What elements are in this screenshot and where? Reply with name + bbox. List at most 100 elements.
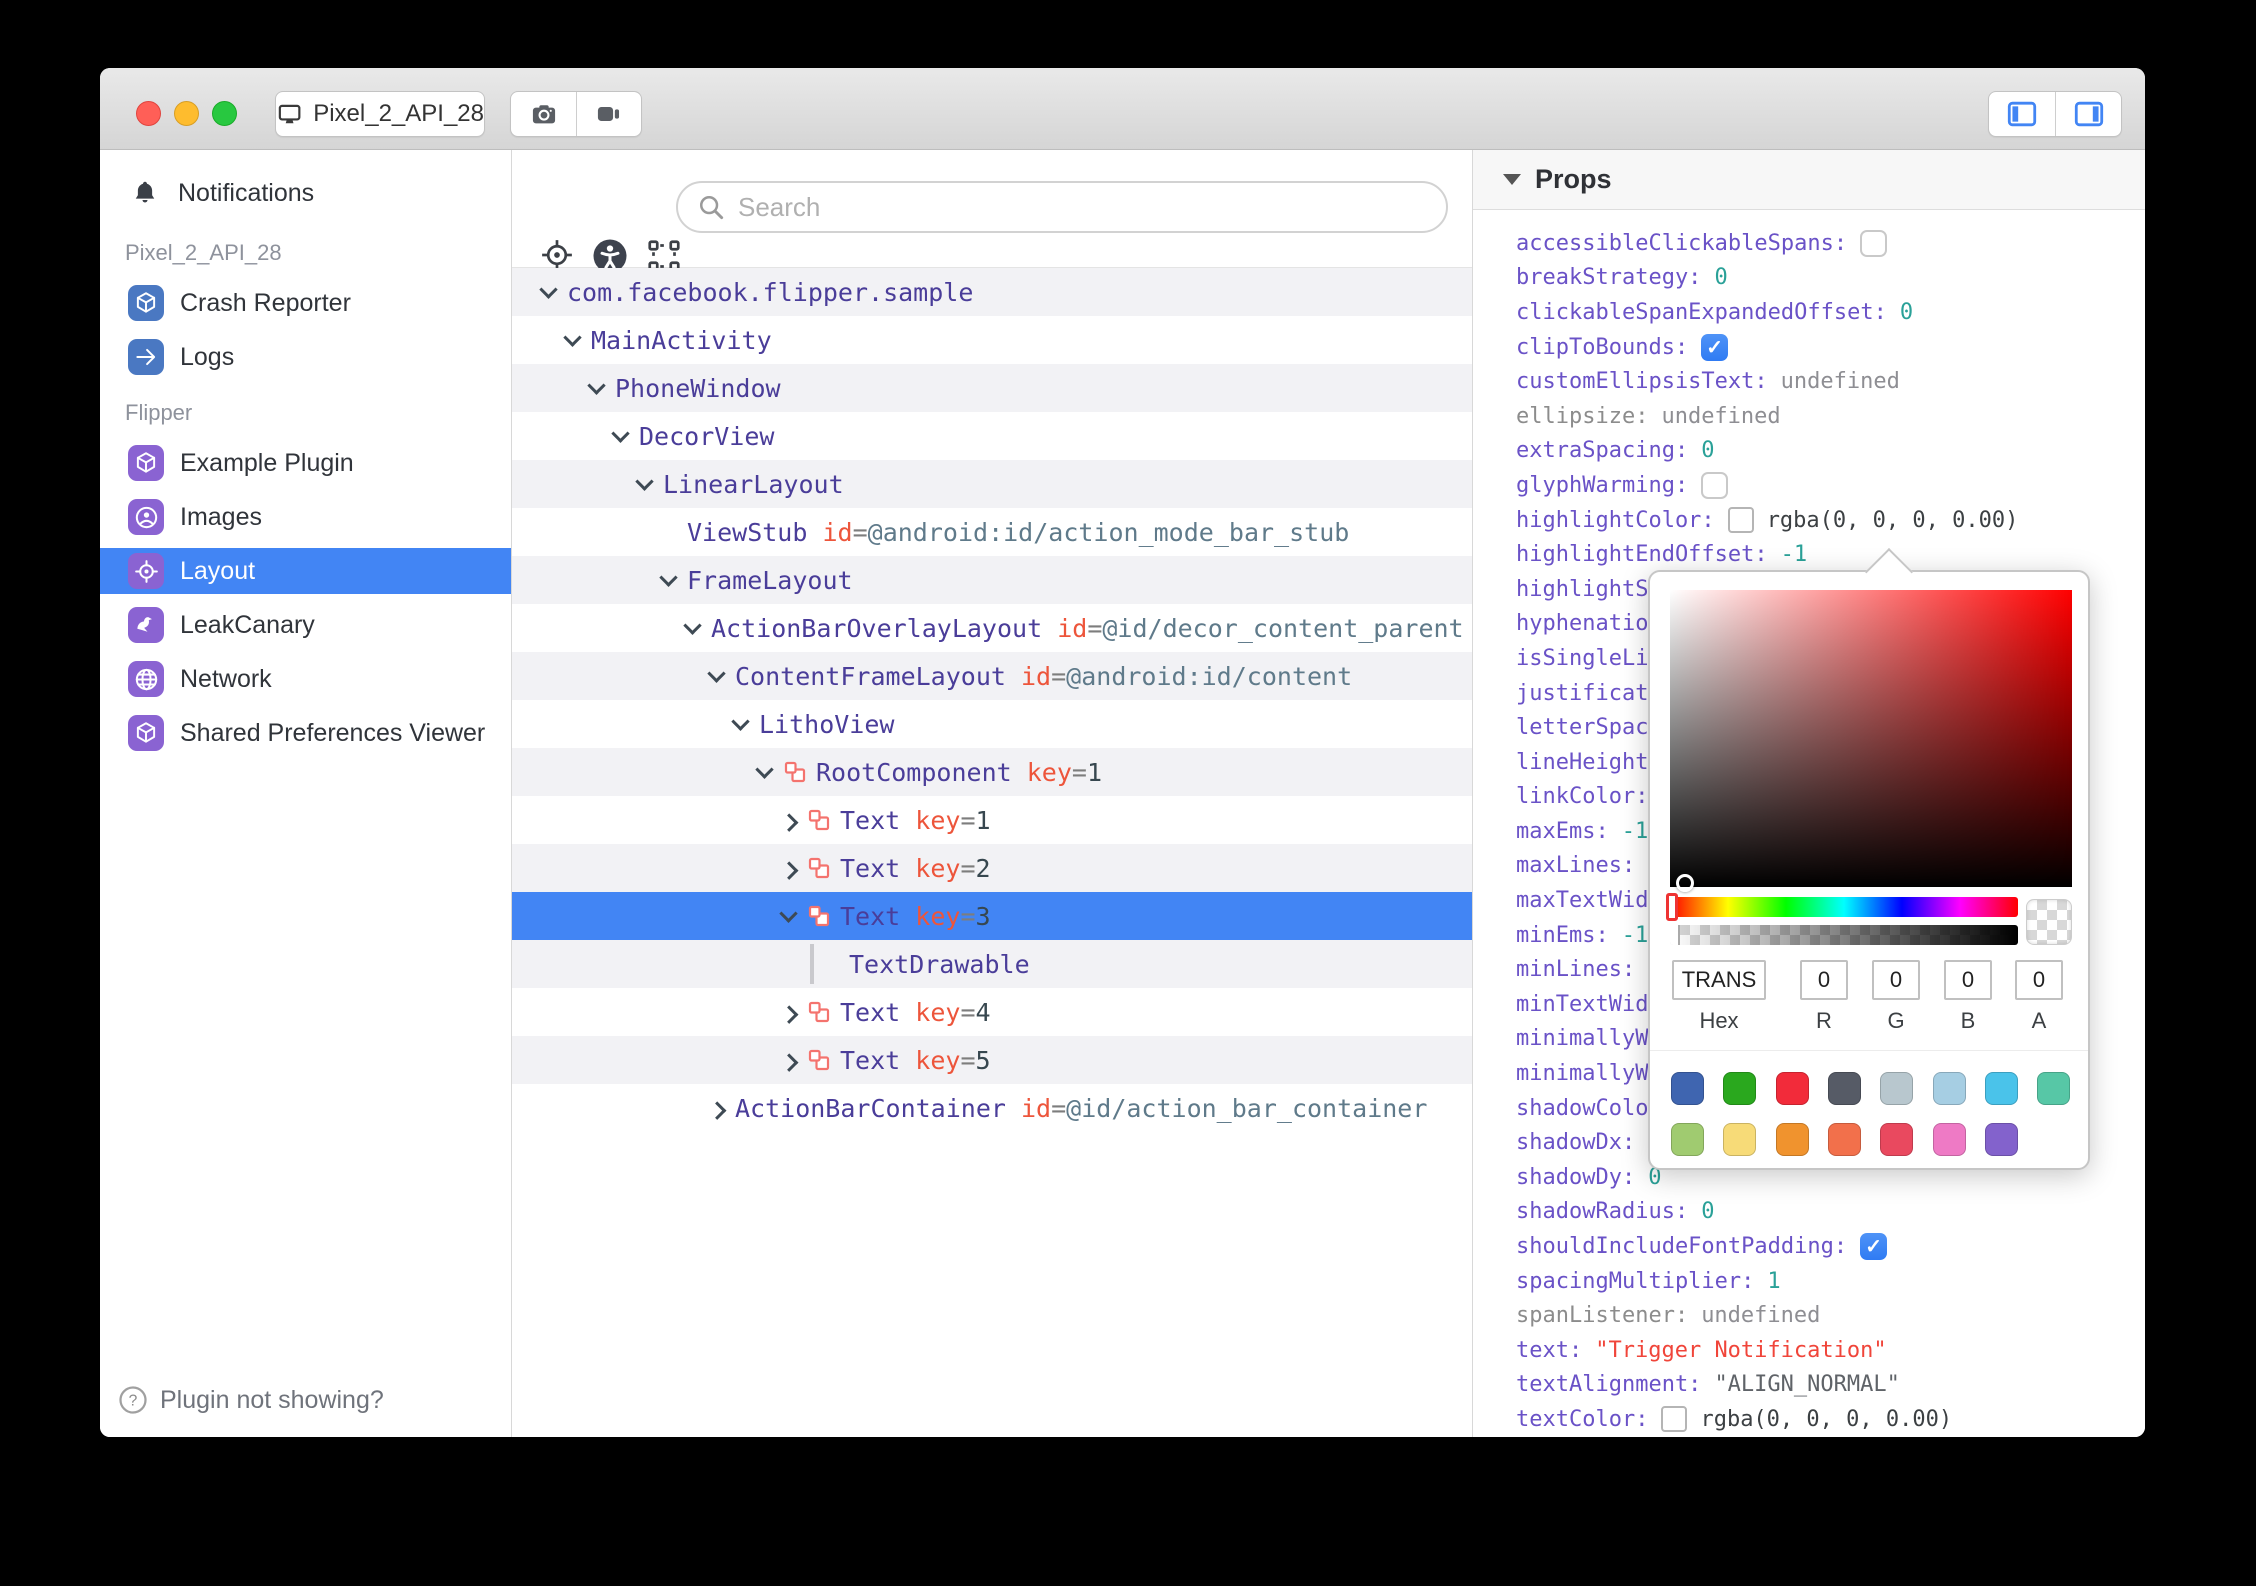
toggle-right-panel-button[interactable] bbox=[2055, 92, 2121, 136]
target-mode-button[interactable] bbox=[540, 238, 574, 272]
chevron-down-icon[interactable] bbox=[753, 759, 775, 779]
plugin-help-link[interactable]: ? Plugin not showing? bbox=[100, 1377, 511, 1423]
prop-row[interactable]: textAlignment: "ALIGN_NORMAL" bbox=[1473, 1368, 2145, 1403]
chevron-down-icon[interactable] bbox=[705, 663, 727, 683]
tree-row-text[interactable]: Text key=1 bbox=[512, 796, 1472, 844]
hue-handle[interactable] bbox=[1666, 893, 1678, 921]
chevron-down-icon[interactable] bbox=[729, 711, 751, 731]
preset-color-swatch[interactable] bbox=[1723, 1072, 1757, 1105]
preset-color-swatch[interactable] bbox=[1671, 1072, 1704, 1105]
red-input[interactable] bbox=[1800, 960, 1848, 1000]
prop-row[interactable]: spanListener: undefined bbox=[1473, 1298, 2145, 1333]
sidebar-item-leakcanary[interactable]: LeakCanary bbox=[100, 602, 511, 648]
tree-row-text[interactable]: Text key=3 bbox=[512, 892, 1472, 940]
chevron-right-icon[interactable] bbox=[777, 860, 799, 880]
prop-checkbox[interactable]: ✓ bbox=[1701, 333, 1729, 361]
tree-row-rootcomponent[interactable]: RootComponent key=1 bbox=[512, 748, 1472, 796]
tree-row-textdrawable[interactable]: TextDrawable bbox=[512, 940, 1472, 988]
preset-color-swatch[interactable] bbox=[1827, 1072, 1861, 1105]
prop-row[interactable]: text: "Trigger Notification" bbox=[1473, 1333, 2145, 1368]
chevron-down-icon[interactable] bbox=[657, 567, 679, 587]
prop-row[interactable]: extraSpacing: 0 bbox=[1473, 434, 2145, 469]
sidebar-item-layout[interactable]: Layout bbox=[100, 548, 511, 594]
sidebar-item-shared-preferences[interactable]: Shared Preferences Viewer bbox=[100, 710, 511, 756]
alpha-slider[interactable] bbox=[1670, 925, 2018, 945]
chevron-right-icon[interactable] bbox=[777, 1052, 799, 1072]
hue-slider[interactable] bbox=[1666, 893, 2018, 921]
prop-row[interactable]: clipToBounds: ✓ bbox=[1473, 330, 2145, 365]
prop-checkbox[interactable]: ✓ bbox=[1860, 1233, 1888, 1261]
toggle-left-panel-button[interactable] bbox=[1989, 92, 2055, 136]
prop-row[interactable]: highlightEndOffset: -1 bbox=[1473, 537, 2145, 572]
prop-row[interactable]: ellipsize: undefined bbox=[1473, 399, 2145, 434]
chevron-right-icon[interactable] bbox=[705, 1100, 727, 1120]
sidebar-item-network[interactable]: Network bbox=[100, 656, 511, 702]
chevron-down-icon[interactable] bbox=[609, 423, 631, 443]
chevron-down-icon[interactable] bbox=[585, 375, 607, 395]
search-input[interactable] bbox=[736, 190, 1336, 224]
prop-row[interactable]: glyphWarming: bbox=[1473, 468, 2145, 503]
device-selector-button[interactable]: Pixel_2_API_28 bbox=[275, 91, 485, 137]
tree-row-mainactivity[interactable]: MainActivity bbox=[512, 316, 1472, 364]
tree-row-text[interactable]: Text key=5 bbox=[512, 1036, 1472, 1084]
saturation-value-field[interactable] bbox=[1670, 590, 2072, 892]
preset-color-swatch[interactable] bbox=[1671, 1123, 1704, 1156]
prop-row[interactable]: highlightColor: rgba(0, 0, 0, 0.00) bbox=[1473, 503, 2145, 538]
hex-input[interactable] bbox=[1672, 960, 1766, 1000]
tree-row-decorview[interactable]: DecorView bbox=[512, 412, 1472, 460]
props-header[interactable]: Props bbox=[1473, 150, 2145, 210]
tree-row-actionbarcontainer[interactable]: ActionBarContainer id=@id/action_bar_con… bbox=[512, 1084, 1472, 1132]
prop-row[interactable]: customEllipsisText: undefined bbox=[1473, 364, 2145, 399]
chevron-down-icon[interactable] bbox=[633, 471, 655, 491]
tree-row-lithoview[interactable]: LithoView bbox=[512, 700, 1472, 748]
chevron-down-icon[interactable] bbox=[561, 327, 583, 347]
minimize-window-button[interactable] bbox=[174, 101, 199, 126]
prop-row[interactable]: spacingMultiplier: 1 bbox=[1473, 1264, 2145, 1299]
prop-row[interactable]: clickableSpanExpandedOffset: 0 bbox=[1473, 295, 2145, 330]
sidebar-item-example-plugin[interactable]: Example Plugin bbox=[100, 440, 511, 486]
preset-color-swatch[interactable] bbox=[1880, 1123, 1914, 1156]
tree-row-actionbaroverlaylayout[interactable]: ActionBarOverlayLayout id=@id/decor_cont… bbox=[512, 604, 1472, 652]
sidebar-item-images[interactable]: Images bbox=[100, 494, 511, 540]
tree-row-text[interactable]: Text key=4 bbox=[512, 988, 1472, 1036]
prop-row[interactable]: breakStrategy: 0 bbox=[1473, 261, 2145, 296]
tree-row-framelayout[interactable]: FrameLayout bbox=[512, 556, 1472, 604]
preset-color-swatch[interactable] bbox=[1984, 1072, 2018, 1105]
prop-color-swatch[interactable] bbox=[1727, 507, 1754, 534]
prop-row[interactable]: accessibleClickableSpans: bbox=[1473, 226, 2145, 261]
chevron-right-icon[interactable] bbox=[777, 1004, 799, 1024]
tree-row-linearlayout[interactable]: LinearLayout bbox=[512, 460, 1472, 508]
preset-color-swatch[interactable] bbox=[1984, 1123, 2018, 1156]
prop-row[interactable]: shouldIncludeFontPadding: ✓ bbox=[1473, 1229, 2145, 1264]
preset-color-swatch[interactable] bbox=[1827, 1123, 1861, 1156]
chevron-down-icon[interactable] bbox=[681, 615, 703, 635]
close-window-button[interactable] bbox=[136, 101, 161, 126]
tree-row-com.facebook.flipper.sample[interactable]: com.facebook.flipper.sample bbox=[512, 268, 1472, 316]
saturation-cursor[interactable] bbox=[1676, 874, 1694, 892]
preset-color-swatch[interactable] bbox=[1880, 1072, 1914, 1105]
preset-color-swatch[interactable] bbox=[1932, 1072, 1966, 1105]
alpha-input[interactable] bbox=[2015, 960, 2063, 1000]
preset-color-swatch[interactable] bbox=[1775, 1123, 1809, 1156]
tree-row-contentframelayout[interactable]: ContentFrameLayout id=@android:id/conten… bbox=[512, 652, 1472, 700]
green-input[interactable] bbox=[1872, 960, 1920, 1000]
preset-color-swatch[interactable] bbox=[2037, 1072, 2071, 1105]
chevron-down-icon[interactable] bbox=[537, 279, 559, 299]
sidebar-item-notifications[interactable]: Notifications bbox=[100, 170, 511, 216]
chevron-down-icon[interactable] bbox=[777, 903, 799, 923]
blue-input[interactable] bbox=[1944, 960, 1992, 1000]
tree-row-viewstub[interactable]: ViewStub id=@android:id/action_mode_bar_… bbox=[512, 508, 1472, 556]
sidebar-item-crash-reporter[interactable]: Crash Reporter bbox=[100, 280, 511, 326]
tree-row-phonewindow[interactable]: PhoneWindow bbox=[512, 364, 1472, 412]
tree-row-text[interactable]: Text key=2 bbox=[512, 844, 1472, 892]
preset-color-swatch[interactable] bbox=[1723, 1123, 1757, 1156]
prop-checkbox[interactable] bbox=[1701, 471, 1729, 499]
zoom-window-button[interactable] bbox=[212, 101, 237, 126]
chevron-right-icon[interactable] bbox=[777, 812, 799, 832]
prop-row[interactable]: textColor: rgba(0, 0, 0, 0.00) bbox=[1473, 1402, 2145, 1437]
screen-record-button[interactable] bbox=[576, 92, 641, 136]
preset-color-swatch[interactable] bbox=[1932, 1123, 1966, 1156]
screenshot-button[interactable] bbox=[511, 92, 576, 136]
alpha-handle[interactable] bbox=[1670, 925, 1680, 945]
prop-row[interactable]: shadowRadius: 0 bbox=[1473, 1195, 2145, 1230]
